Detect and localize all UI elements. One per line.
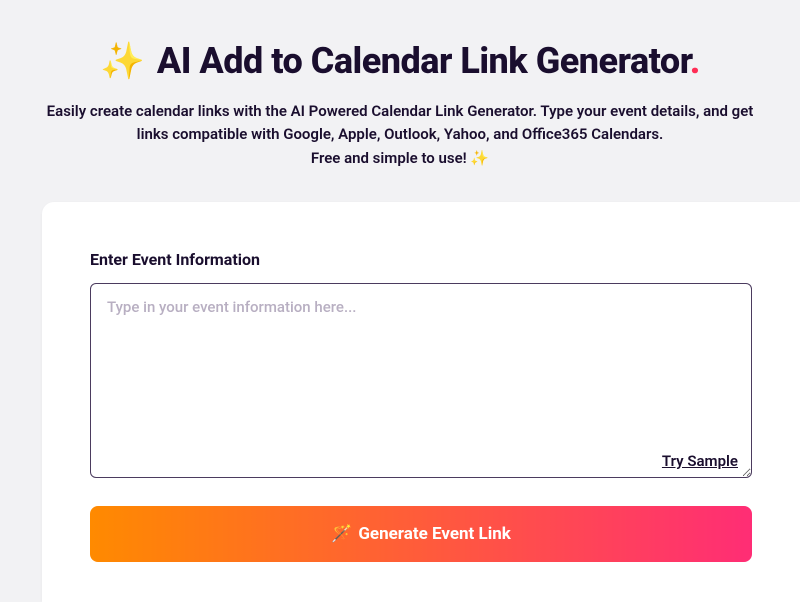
wand-icon: 🪄	[331, 524, 352, 544]
title-text: AI Add to Calendar Link Generator	[157, 40, 690, 82]
sparkle-icon: ✨	[100, 40, 144, 82]
page-subtitle: Easily create calendar links with the AI…	[0, 100, 800, 170]
form-card: Enter Event Information Try Sample 🪄 Gen…	[42, 202, 800, 602]
generate-event-link-button[interactable]: 🪄 Generate Event Link	[90, 506, 752, 562]
generate-button-label: Generate Event Link	[358, 524, 511, 544]
subtitle-line-1: Easily create calendar links with the AI…	[47, 102, 754, 120]
subtitle-line-3: Free and simple to use! ✨	[311, 149, 489, 167]
try-sample-button[interactable]: Try Sample	[662, 452, 738, 470]
title-dot: .	[690, 40, 700, 82]
event-info-label: Enter Event Information	[90, 250, 752, 269]
page-title: ✨ AI Add to Calendar Link Generator.	[0, 40, 800, 82]
event-info-input[interactable]	[90, 283, 752, 478]
page-container: ✨ AI Add to Calendar Link Generator. Eas…	[0, 0, 800, 602]
textarea-wrapper: Try Sample	[90, 283, 752, 482]
subtitle-line-2: links compatible with Google, Apple, Out…	[137, 125, 664, 143]
